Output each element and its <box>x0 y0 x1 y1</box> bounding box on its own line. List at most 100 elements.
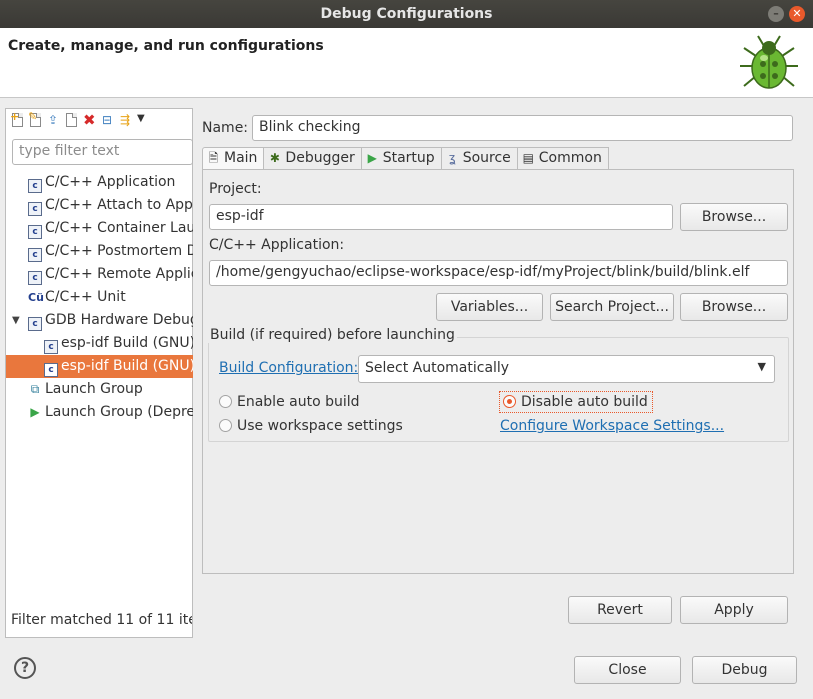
tree-item-launch-group[interactable]: ⧉ Launch Group <box>6 378 193 401</box>
tree-item-label: C/C++ Unit <box>45 289 126 305</box>
browse-application-button[interactable]: Browse... <box>680 293 788 321</box>
collapse-all-icon[interactable]: ⊟ <box>100 112 116 129</box>
dialog-header: Create, manage, and run configurations <box>0 28 813 98</box>
view-menu-icon[interactable]: ▼ <box>136 112 148 129</box>
disable-auto-build-radio[interactable]: Disable auto build <box>499 391 653 413</box>
tab-main[interactable]: 🗎 Main <box>202 147 265 170</box>
tab-startup[interactable]: ▶ Startup <box>361 147 442 169</box>
project-field[interactable]: esp-idf <box>209 204 673 230</box>
chevron-down-icon: ▼ <box>757 360 766 373</box>
tree-item-esp-idf-build[interactable]: c esp-idf Build (GNU) <box>6 332 193 355</box>
bug-icon: ✱ <box>269 151 280 165</box>
cpp-icon: c <box>28 202 42 216</box>
main-tab-icon: 🗎 <box>208 151 219 165</box>
source-icon: ʓ <box>448 151 456 165</box>
config-tabs: 🗎 Main ✱ Debugger ▶ Startup ʓ Source ▤ Common <box>202 147 609 170</box>
radio-label: Disable auto build <box>521 394 648 410</box>
tree-item-cpp-application[interactable]: c C/C++ Application <box>6 171 193 194</box>
tree-item-label: C/C++ Postmortem Debugger <box>45 243 193 259</box>
delete-icon[interactable]: ✖ <box>82 111 98 129</box>
tab-label: Common <box>538 150 602 166</box>
variables-button[interactable]: Variables... <box>436 293 543 321</box>
project-label: Project: <box>209 181 262 197</box>
cpp-icon: c <box>28 179 42 193</box>
tree-item-label: GDB Hardware Debugging <box>45 312 193 328</box>
radio-selected-icon <box>503 395 516 408</box>
radio-icon <box>219 395 232 408</box>
cpp-icon: c <box>28 248 42 262</box>
build-configuration-select[interactable]: Select Automatically ▼ <box>358 355 775 383</box>
tree-item-cpp-unit[interactable]: CüC/C++ Unit <box>6 286 193 309</box>
main-tab-panel: Project: esp-idf Browse... C/C++ Applica… <box>202 169 794 574</box>
enable-auto-build-radio[interactable]: Enable auto build <box>219 392 360 412</box>
cpp-icon: c <box>28 271 42 285</box>
tree-item-label: Launch Group <box>45 381 143 397</box>
tree-item-label: C/C++ Container Launcher <box>45 220 193 236</box>
tree-item-label: esp-idf Build (GNU) <box>61 335 193 351</box>
cpp-icon: c <box>44 340 58 354</box>
radio-label: Enable auto build <box>237 394 360 410</box>
configure-workspace-link-text[interactable]: Configure Workspace Settings... <box>500 418 724 434</box>
cpp-icon: c <box>28 317 42 331</box>
tab-debugger[interactable]: ✱ Debugger <box>264 147 362 169</box>
tree-item-cpp-attach[interactable]: cC/C++ Attach to Application <box>6 194 193 217</box>
name-field[interactable]: Blink checking <box>252 115 793 141</box>
build-configuration-link-text[interactable]: Build Configuration: <box>219 360 358 376</box>
minimize-button[interactable]: – <box>768 6 784 22</box>
tree-item-label: C/C++ Attach to Application <box>45 197 193 213</box>
play-icon: ▶ <box>30 405 40 419</box>
tab-common[interactable]: ▤ Common <box>517 147 609 169</box>
revert-button[interactable]: Revert <box>568 596 672 624</box>
tree-item-label: C/C++ Application <box>45 174 176 190</box>
tree-item-label: C/C++ Remote Application <box>45 266 193 282</box>
dialog-subtitle: Create, manage, and run configurations <box>8 38 324 54</box>
common-icon: ▤ <box>522 151 534 165</box>
tree-item-label: Launch Group (Deprecated) <box>45 404 193 420</box>
new-prototype-icon[interactable]: ✎ <box>28 111 44 129</box>
tree-item-gdb-hardware[interactable]: ▼ cGDB Hardware Debugging <box>6 309 193 332</box>
tree-item-cpp-postmortem[interactable]: cC/C++ Postmortem Debugger <box>6 240 193 263</box>
tree-item-launch-group-deprecated[interactable]: ▶ Launch Group (Deprecated) <box>6 401 193 424</box>
filter-input[interactable]: type filter text <box>12 139 193 165</box>
export-icon[interactable]: ⇪ <box>46 112 62 129</box>
radio-label: Use workspace settings <box>237 418 403 434</box>
tab-label: Startup <box>382 150 435 166</box>
cpp-icon: c <box>44 363 58 377</box>
browse-project-button[interactable]: Browse... <box>680 203 788 231</box>
close-window-button[interactable]: ✕ <box>789 6 805 22</box>
filter-icon[interactable]: ⇶ <box>118 112 134 129</box>
tab-label: Source <box>462 150 511 166</box>
window-title: Debug Configurations <box>320 6 493 22</box>
configure-workspace-link[interactable]: Configure Workspace Settings... <box>500 418 724 434</box>
build-configuration-link[interactable]: Build Configuration: <box>219 360 358 376</box>
close-button[interactable]: Close <box>574 656 681 684</box>
expand-triangle-icon[interactable]: ▼ <box>12 309 20 332</box>
launch-group-icon: ⧉ <box>30 382 40 396</box>
help-icon[interactable]: ? <box>14 657 36 679</box>
tab-source[interactable]: ʓ Source <box>441 147 518 169</box>
application-field[interactable]: /home/gengyuchao/eclipse-workspace/esp-i… <box>209 260 788 286</box>
new-configuration-icon[interactable]: + <box>10 111 26 129</box>
tree-item-cpp-container[interactable]: cC/C++ Container Launcher <box>6 217 193 240</box>
radio-icon <box>219 419 232 432</box>
tab-label: Debugger <box>285 150 355 166</box>
apply-button[interactable]: Apply <box>680 596 788 624</box>
cpp-icon: c <box>28 225 42 239</box>
name-label: Name: <box>202 120 249 136</box>
filter-status: Filter matched 11 of 11 items <box>11 612 192 628</box>
play-icon: ▶ <box>367 151 377 165</box>
window-titlebar: Debug Configurations <box>0 0 813 28</box>
duplicate-icon[interactable] <box>64 112 80 129</box>
tab-label: Main <box>224 150 258 166</box>
search-project-button[interactable]: Search Project... <box>550 293 674 321</box>
debug-bug-icon <box>736 34 802 98</box>
build-group-title: Build (if required) before launching <box>208 327 457 343</box>
configuration-editor: Name: Blink checking 🗎 Main ✱ Debugger ▶ St… <box>196 108 800 580</box>
cpp-unit-icon: Cü <box>28 291 44 304</box>
debug-button[interactable]: Debug <box>692 656 797 684</box>
tree-item-cpp-remote[interactable]: cC/C++ Remote Application <box>6 263 193 286</box>
tree-item-esp-idf-build-selected[interactable]: c esp-idf Build (GNU) <box>6 355 193 378</box>
tree-item-label: esp-idf Build (GNU) <box>61 358 193 374</box>
use-workspace-settings-radio[interactable]: Use workspace settings <box>219 416 403 436</box>
application-label: C/C++ Application: <box>209 237 345 253</box>
